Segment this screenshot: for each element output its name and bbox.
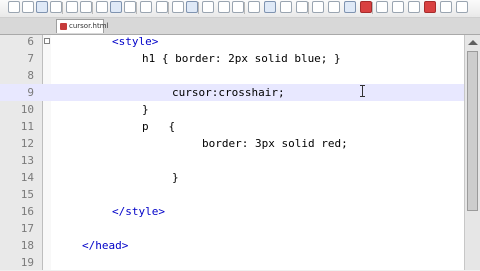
code-text: } [172,171,179,184]
line-number: 9 [27,86,34,99]
toolbar-separator [62,2,63,14]
code-text: h1 { border: 2px solid blue; } [142,52,341,65]
toolbar-button-icon[interactable] [360,1,372,13]
toolbar-button-icon[interactable] [124,1,136,13]
toolbar-separator [168,2,169,14]
toolbar-button-icon[interactable] [456,1,468,13]
code-line: 15 [0,186,464,203]
code-line: 7 h1 { border: 2px solid blue; } [0,50,464,67]
line-number: 10 [20,103,34,116]
line-number: 15 [20,188,34,201]
toolbar-button-icon[interactable] [110,1,122,13]
toolbar-button-icon[interactable] [440,1,452,13]
scroll-up-arrow-icon[interactable] [468,40,478,45]
code-text: </style> [112,205,165,218]
toolbar-button-icon[interactable] [8,1,20,13]
toolbar-button-icon[interactable] [248,1,260,13]
line-number: 18 [20,239,34,252]
toolbar-button-icon[interactable] [156,1,168,13]
code-line: 14} [0,169,464,186]
line-number: 11 [20,120,34,133]
code-line: 11 p { [0,118,464,135]
toolbar-button-icon[interactable] [96,1,108,13]
code-line: 6 <style> [0,33,464,50]
toolbar-button-icon[interactable] [66,1,78,13]
toolbar-separator [92,2,93,14]
tab-label: cursor.html [69,22,109,30]
toolbar-button-icon[interactable] [280,1,292,13]
tab-cursor-html[interactable]: cursor.html [56,19,109,33]
toolbar-button-icon[interactable] [328,1,340,13]
toolbar-button-icon[interactable] [264,1,276,13]
toolbar [0,0,480,18]
toolbar-button-icon[interactable] [376,1,388,13]
toolbar-button-icon[interactable] [392,1,404,13]
toolbar-button-icon[interactable] [202,1,214,13]
line-number: 7 [27,52,34,65]
line-number: 8 [27,69,34,82]
toolbar-separator [372,2,373,14]
code-line: 17 [0,220,464,237]
code-line: 9 cursor:crosshair; [0,84,464,101]
toolbar-button-icon[interactable] [344,1,356,13]
toolbar-separator [198,2,199,14]
code-line: 16 </style> [0,203,464,220]
scroll-thumb[interactable] [467,51,478,211]
code-line: 10} [0,101,464,118]
toolbar-button-icon[interactable] [22,1,34,13]
code-text: cursor:crosshair; [172,86,285,99]
toolbar-separator [136,2,137,14]
fold-toggle-icon[interactable] [44,38,50,44]
toolbar-separator [308,2,309,14]
line-number: 14 [20,171,34,184]
toolbar-button-icon[interactable] [50,1,62,13]
line-number: 19 [20,256,34,269]
code-line: 12 border: 3px solid red; [0,135,464,152]
toolbar-button-icon[interactable] [232,1,244,13]
toolbar-button-icon[interactable] [80,1,92,13]
toolbar-button-icon[interactable] [36,1,48,13]
code-line: 8 [0,67,464,84]
toolbar-button-icon[interactable] [172,1,184,13]
code-line: 19 [0,254,464,271]
line-number: 13 [20,154,34,167]
code-text: <style> [112,35,159,48]
code-line: 13 [0,152,464,169]
code-editor[interactable]: 6 <style> 7 h1 { border: 2px solid blue; } 8… [0,35,464,270]
text-cursor-icon [360,85,366,97]
line-number: 6 [27,35,34,48]
toolbar-separator [244,2,245,14]
toolbar-button-icon[interactable] [312,1,324,13]
toolbar-button-icon[interactable] [186,1,198,13]
toolbar-button-icon[interactable] [296,1,308,13]
code-text: </head> [82,239,129,252]
toolbar-button-icon[interactable] [140,1,152,13]
line-number: 12 [20,137,34,150]
toolbar-button-icon[interactable] [408,1,420,13]
code-text: } [142,103,149,116]
html-file-icon [60,23,67,30]
vertical-scrollbar[interactable] [464,35,480,270]
line-number: 17 [20,222,34,235]
code-text: border: 3px solid red; [202,137,348,150]
code-text: p { [142,120,176,133]
code-line: 18 </head> [0,237,464,254]
toolbar-button-icon[interactable] [218,1,230,13]
toolbar-button-icon[interactable] [424,1,436,13]
line-number: 16 [20,205,34,218]
